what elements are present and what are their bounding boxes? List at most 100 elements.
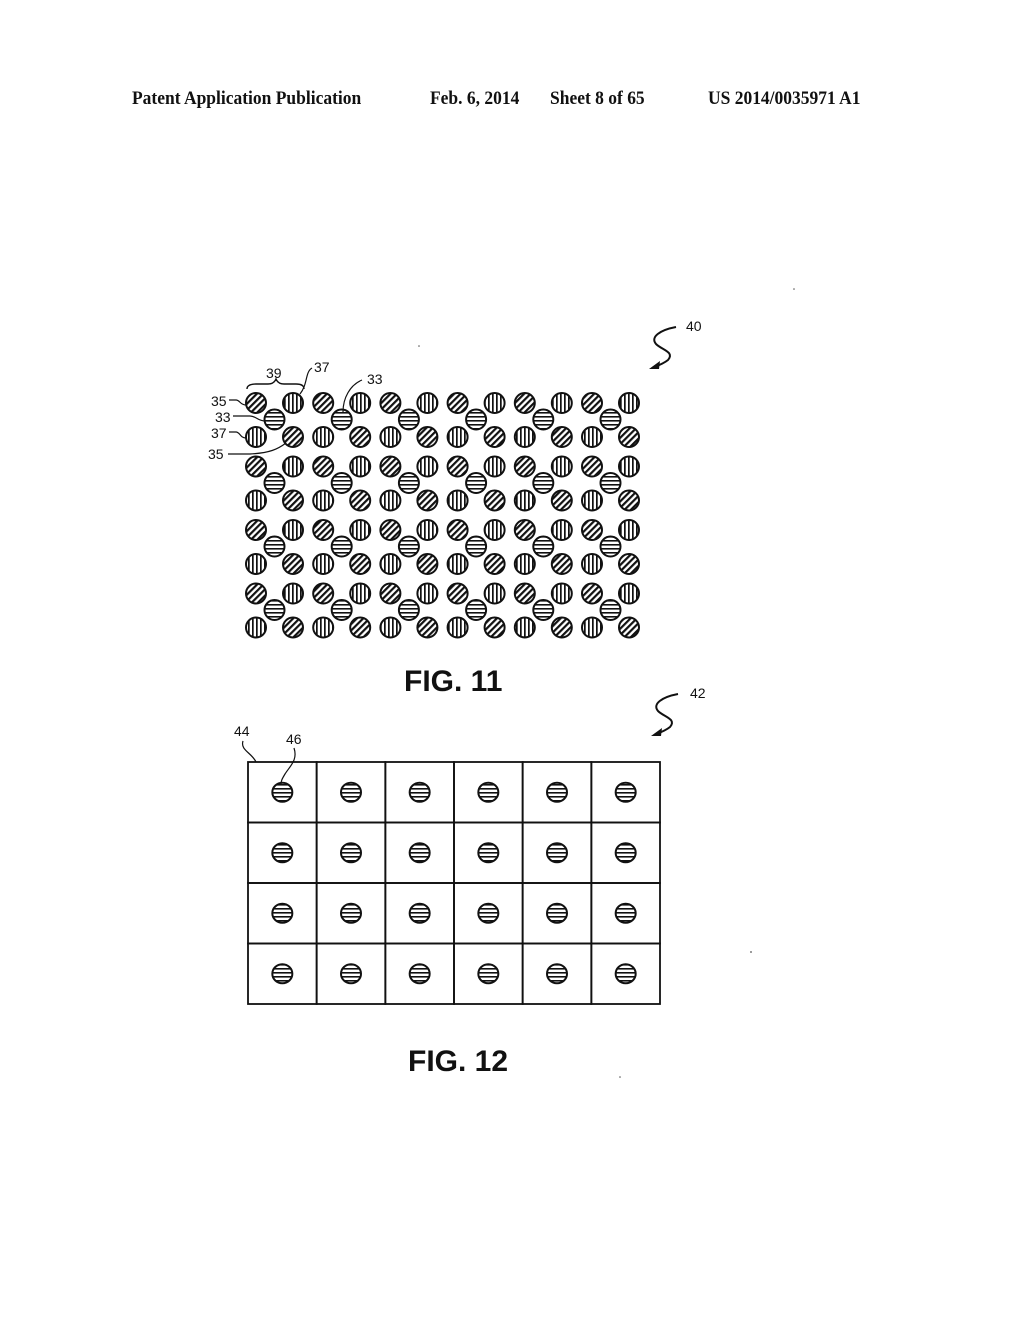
dot-unit [446,519,506,575]
diagonal-hatched-dot [483,489,506,512]
dot-unit [581,582,640,639]
diagonal-hatched-dot [581,582,603,605]
vertical-hatched-dot [513,489,536,512]
vertical-hatched-dot [245,489,267,512]
dot-unit [245,582,304,639]
dot-unit [379,392,439,448]
diagonal-hatched-dot [312,392,335,414]
drawing-sheet: 40 39 37 33 35 33 37 35 FIG. 11 42 44 46… [208,288,795,1078]
vertical-hatched-dot [446,616,469,639]
vertical-hatched-dot [379,426,402,448]
diagonal-hatched-dot [513,455,536,478]
horizontal-hatched-dot [271,963,294,985]
horizontal-hatched-dot [477,781,500,803]
vertical-hatched-dot [282,519,304,541]
horizontal-hatched-dot [330,408,353,431]
horizontal-hatched-dot [614,963,637,985]
vertical-hatched-dot [379,553,402,575]
diagonal-hatched-dot [550,553,573,575]
vertical-hatched-dot [416,392,439,414]
vertical-hatched-dot [312,489,335,512]
dot-unit [379,455,439,512]
horizontal-hatched-dot [599,472,622,494]
diagonal-hatched-dot [581,519,603,541]
vertical-hatched-dot [581,426,603,448]
dot-unit [245,392,304,448]
ref-label-33-top: 33 [367,371,383,387]
horizontal-hatched-dot [397,472,420,494]
horizontal-hatched-dot [397,599,420,621]
horizontal-hatched-dot [477,963,500,985]
horizontal-hatched-dot [263,408,286,431]
vertical-hatched-dot [513,426,536,448]
diagonal-hatched-dot [349,489,372,512]
vertical-hatched-dot [446,426,469,448]
diagonal-hatched-dot [513,582,536,605]
vertical-hatched-dot [446,489,469,512]
horizontal-hatched-dot [408,781,431,803]
vertical-hatched-dot [349,519,372,541]
diagonal-hatched-dot [483,553,506,575]
ref-label-35-bottom: 35 [208,446,224,462]
diagonal-hatched-dot [245,455,267,478]
diagonal-hatched-dot [282,616,304,639]
horizontal-hatched-dot [271,842,294,864]
diagonal-hatched-dot [550,489,573,512]
ref-label-44: 44 [234,723,250,739]
figure-12: 42 44 46 FIG. 12 [234,685,706,1078]
vertical-hatched-dot [245,553,267,575]
vertical-hatched-dot [618,582,640,605]
horizontal-hatched-dot [465,472,488,494]
horizontal-hatched-dot [263,535,286,558]
diagonal-hatched-dot [245,582,267,605]
vertical-hatched-dot [312,616,335,639]
vertical-hatched-dot [618,392,640,414]
horizontal-hatched-dot [330,535,353,558]
diagonal-hatched-dot [245,392,267,414]
leader-37-bottom: 37 [211,425,247,441]
vertical-hatched-dot [618,519,640,541]
dot-unit [312,519,372,575]
scan-speck [619,1076,621,1078]
reference-arrow-42: 42 [651,685,706,736]
vertical-hatched-dot [416,582,439,605]
diagonal-hatched-dot [379,455,402,478]
dot-unit [581,519,640,575]
vertical-hatched-dot [483,519,506,541]
horizontal-hatched-dot [340,902,362,924]
vertical-hatched-dot [416,519,439,541]
diagonal-hatched-dot [416,616,439,639]
horizontal-hatched-dot [408,963,431,985]
horizontal-hatched-dot [546,902,568,924]
horizontal-hatched-dot [532,535,555,558]
diagonal-hatched-dot [416,489,439,512]
vertical-hatched-dot [312,426,335,448]
horizontal-hatched-dot [546,963,568,985]
ref-label-46: 46 [286,731,302,747]
ref-label-40: 40 [686,318,702,334]
diagonal-hatched-dot [379,392,402,414]
vertical-hatched-dot [581,616,603,639]
diagonal-hatched-dot [618,616,640,639]
leader-35-top: 35 [211,393,247,409]
horizontal-hatched-dot [465,408,488,431]
diagonal-hatched-dot [618,426,640,448]
horizontal-hatched-dot [408,902,431,924]
vertical-hatched-dot [618,455,640,478]
dot-unit [513,392,573,448]
diagonal-hatched-dot [312,582,335,605]
vertical-hatched-dot [416,455,439,478]
diagonal-hatched-dot [550,426,573,448]
diagonal-hatched-dot [379,582,402,605]
dot-unit [513,582,573,639]
scan-speck [793,288,795,290]
horizontal-hatched-dot [340,842,362,864]
reference-arrow-40: 40 [649,318,702,369]
horizontal-hatched-dot [465,535,488,558]
dot-unit [581,392,640,448]
diagonal-hatched-dot [446,392,469,414]
diagonal-hatched-dot [282,553,304,575]
diagonal-hatched-dot [245,519,267,541]
diagonal-hatched-dot [581,455,603,478]
vertical-hatched-dot [282,392,304,414]
